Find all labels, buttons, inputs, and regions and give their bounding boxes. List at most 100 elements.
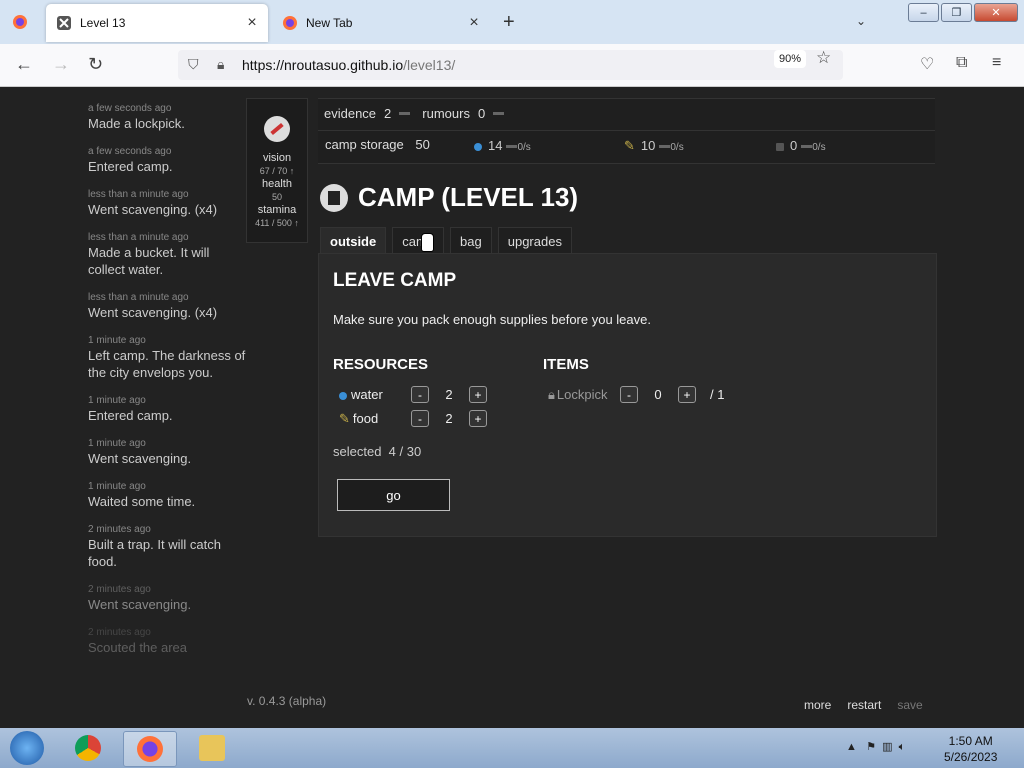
log-entry-message: Entered camp. <box>88 408 173 423</box>
close-tab-icon[interactable]: × <box>242 14 262 32</box>
chrome-taskbar-icon[interactable] <box>62 731 114 765</box>
log-entry: 1 minute ago Entered camp. <box>88 394 248 424</box>
tab-bag[interactable]: bag <box>450 227 492 255</box>
tracking-protection-shield-icon[interactable]: ⛉ <box>188 56 199 73</box>
extensions-icon[interactable]: ⧉ <box>956 54 967 72</box>
system-tray: ▲ ⚑ ▥ 🔈︎ <box>846 740 905 754</box>
firefox-favicon-icon <box>283 16 297 30</box>
food-icon: ✎ <box>339 410 350 426</box>
log-entry-message: Went scavenging. (x4) <box>88 305 218 320</box>
water-increase-button[interactable]: + <box>469 386 487 403</box>
taskbar-clock[interactable]: 1:50 AM 5/26/2023 <box>944 733 997 765</box>
food-increase-button[interactable]: + <box>469 410 487 427</box>
water-label: water <box>351 387 383 402</box>
tab-title: Level 13 <box>80 16 126 30</box>
food-count: 2 <box>445 411 453 426</box>
back-arrow-icon[interactable]: ← <box>15 54 33 75</box>
log-entry-message: Made a bucket. It will collect water. <box>88 245 210 277</box>
lockpick-increase-button[interactable]: + <box>678 386 696 403</box>
screen: Level 13 × New Tab × + ⌄ – ❐ ✕ ← → ↻ ⛉ 🔒… <box>0 0 1024 768</box>
restore-button[interactable]: ❐ <box>941 3 972 22</box>
clock-time: 1:50 AM <box>948 734 993 748</box>
firefox-menu-icon[interactable] <box>12 14 28 30</box>
save-link[interactable]: save <box>897 698 922 712</box>
evidence-label: evidence <box>324 106 377 121</box>
list-all-tabs-chevron-icon[interactable]: ⌄ <box>856 14 866 28</box>
log-entry-time: 1 minute ago <box>88 438 146 449</box>
lock-icon[interactable]: 🔒︎ <box>217 56 224 73</box>
log-entry: 2 minutes ago Built a trap. It will catch… <box>88 523 248 570</box>
camp-storage-value: 50 <box>415 137 430 152</box>
tab-outside[interactable]: outside <box>320 227 387 255</box>
log-entry-time: a few seconds ago <box>88 103 172 114</box>
rumours-label: rumours <box>422 106 470 121</box>
log-entry-time: 2 minutes ago <box>88 627 151 638</box>
leave-camp-title: LEAVE CAMP <box>333 270 457 291</box>
firefox-taskbar-icon[interactable] <box>123 731 177 767</box>
log-entry-message: Went scavenging. <box>88 597 192 612</box>
show-hidden-icons-icon[interactable]: ▲ <box>846 741 857 753</box>
tab-level13[interactable]: Level 13 × <box>46 4 268 42</box>
window-controls: – ❐ ✕ <box>908 3 1018 22</box>
volume-icon[interactable]: 🔈︎ <box>899 741 906 753</box>
footer-links: more restart save <box>804 698 923 712</box>
url-text[interactable]: https://nroutasuo.github.io/level13/ <box>242 57 455 73</box>
network-icon[interactable]: ▥ <box>882 741 892 753</box>
stamina-label: stamina <box>257 204 297 216</box>
zoom-level-badge[interactable]: 90% <box>774 50 807 68</box>
close-window-button[interactable]: ✕ <box>974 3 1018 22</box>
new-tab-button[interactable]: + <box>503 11 515 34</box>
forward-arrow-icon[interactable]: → <box>52 54 70 75</box>
food-decrease-button[interactable]: - <box>411 410 429 427</box>
metal-icon <box>776 142 784 151</box>
pocket-icon[interactable]: ♡ <box>920 54 934 74</box>
reload-icon[interactable]: ↻ <box>88 54 103 75</box>
close-tab-icon[interactable]: × <box>464 14 484 32</box>
camp-building-icon <box>320 183 348 212</box>
log-entry-time: 1 minute ago <box>88 335 146 346</box>
log-entry-time: 2 minutes ago <box>88 584 151 595</box>
water-drop-icon <box>474 142 482 151</box>
minimize-button[interactable]: – <box>908 3 939 22</box>
metal-resource: 0 0/s <box>776 138 826 153</box>
log-entry-message: Made a lockpick. <box>88 116 185 131</box>
restart-link[interactable]: restart <box>847 698 881 712</box>
log-entry-time: less than a minute ago <box>88 189 189 200</box>
log-entry-time: 2 minutes ago <box>88 524 151 535</box>
stamina-value: 411 / 500 ↑ <box>255 218 299 228</box>
bookmark-star-icon[interactable]: ☆ <box>816 48 831 68</box>
log-entry: 1 minute ago Went scavenging. <box>88 437 248 467</box>
camp-storage-label: camp storage <box>325 137 404 152</box>
lockpick-decrease-button[interactable]: - <box>620 386 638 403</box>
camp-heading: CAMP (LEVEL 13) <box>320 182 578 213</box>
log-entry-time: 1 minute ago <box>88 395 146 406</box>
resources-bar: evidence 2 rumours 0 camp storage 50 14 0… <box>318 98 935 164</box>
go-button[interactable]: go <box>337 479 450 511</box>
url-bar[interactable]: ⛉ 🔒︎ https://nroutasuo.github.io/level13… <box>178 50 843 80</box>
clock-date: 5/26/2023 <box>944 750 998 764</box>
player-avatar-icon <box>264 116 290 142</box>
log-entry-time: less than a minute ago <box>88 232 189 243</box>
action-center-flag-icon[interactable]: ⚑ <box>866 741 876 753</box>
tab-camp[interactable]: camp <box>392 227 445 255</box>
hamburger-menu-icon[interactable]: ≡ <box>992 54 1001 72</box>
log-entry-message: Went scavenging. <box>88 451 192 466</box>
tab-upgrades[interactable]: upgrades <box>497 227 572 255</box>
log-entry: 1 minute ago Left camp. The darkness of t… <box>88 334 248 381</box>
resources-heading: RESOURCES <box>333 356 429 373</box>
vision-label: vision <box>262 152 292 164</box>
water-stepper: water - 2 + <box>339 386 487 403</box>
more-link[interactable]: more <box>804 698 831 712</box>
log-entry: less than a minute ago Made a bucket. It … <box>88 231 248 278</box>
water-resource: 14 0/s <box>474 138 531 153</box>
tab-new-tab[interactable]: New Tab × <box>272 4 490 42</box>
log-entry: less than a minute ago Went scavenging. (… <box>88 188 248 218</box>
log-entry-time: 1 minute ago <box>88 481 146 492</box>
file-explorer-taskbar-icon[interactable] <box>186 731 238 765</box>
selected-label: selected <box>333 444 382 459</box>
water-decrease-button[interactable]: - <box>411 386 429 403</box>
food-icon: ✎ <box>624 138 635 153</box>
browser-tab-bar: Level 13 × New Tab × + ⌄ – ❐ ✕ <box>0 0 1024 44</box>
selected-value: 4 / 30 <box>388 444 422 459</box>
start-button[interactable] <box>10 731 44 765</box>
